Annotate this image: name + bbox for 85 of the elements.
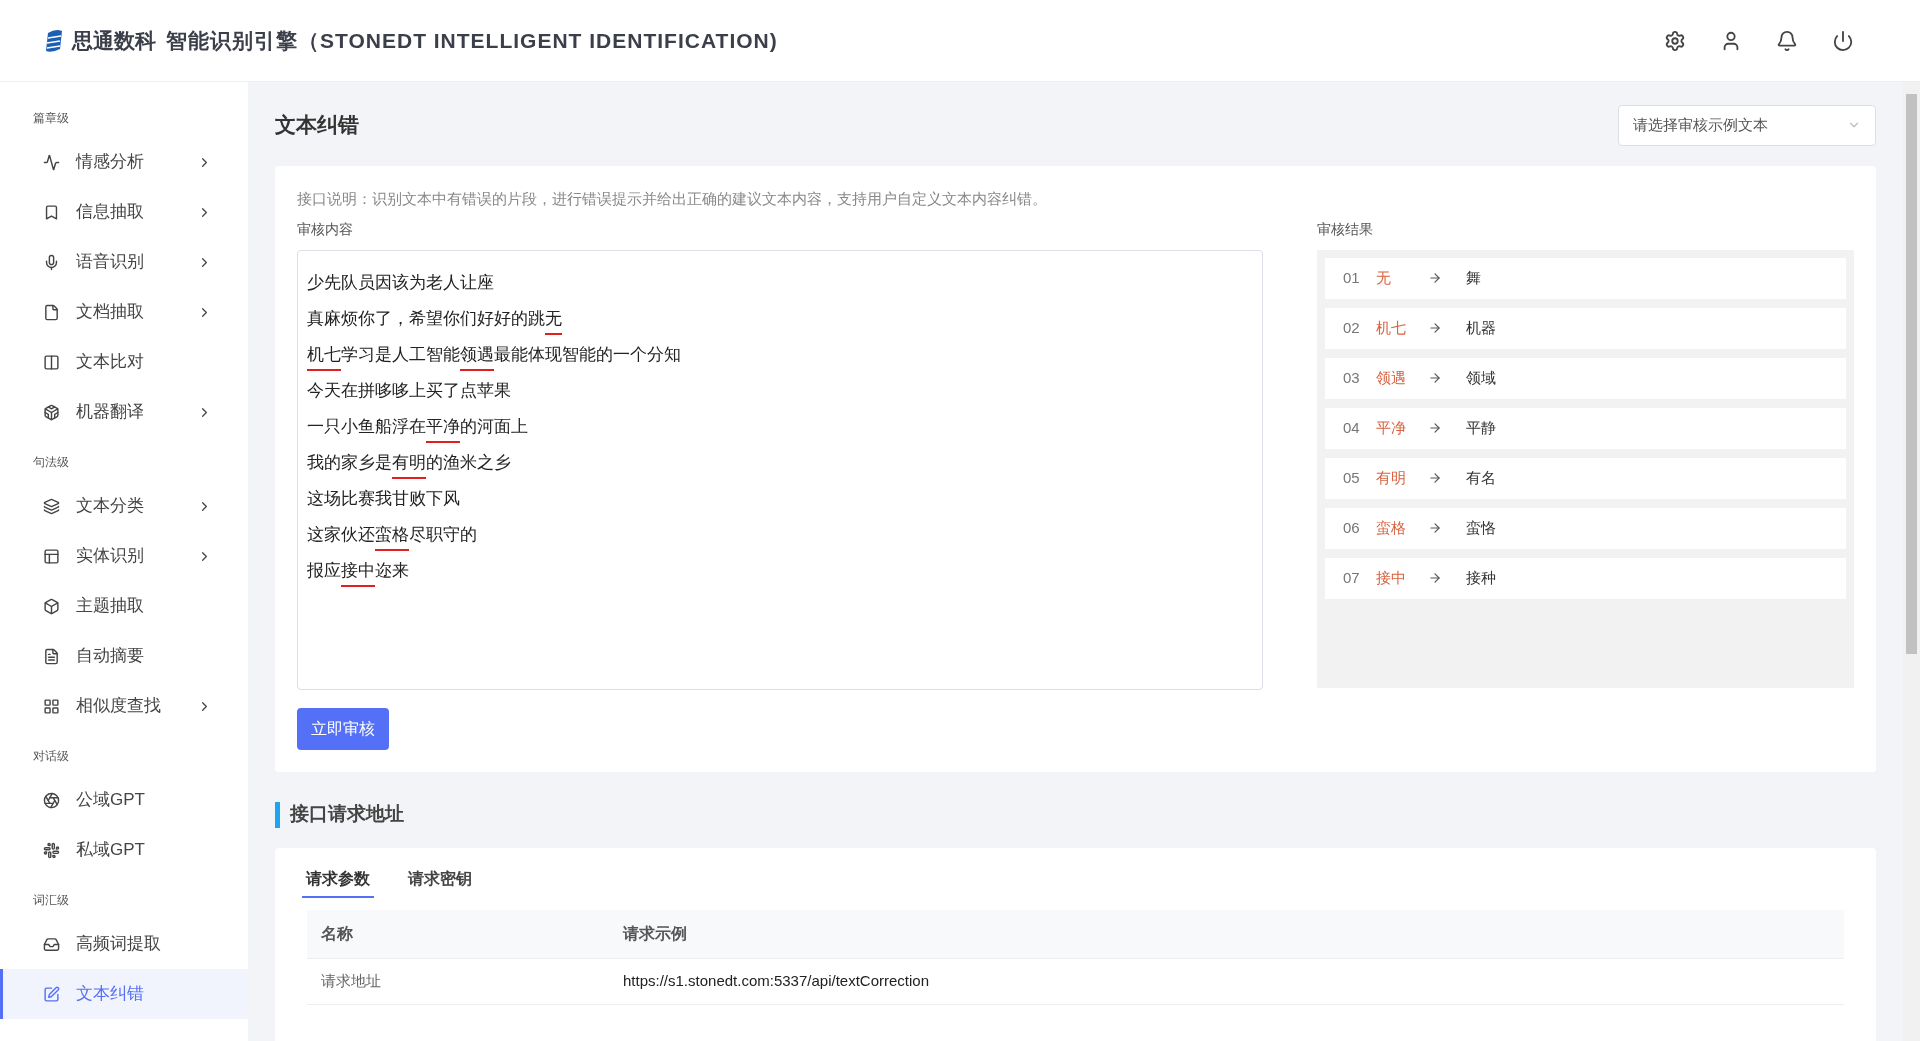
box-icon xyxy=(43,597,60,615)
corrected-text: 有名 xyxy=(1466,467,1496,488)
sidebar-item[interactable]: 主题抽取 xyxy=(0,581,248,631)
sidebar-item[interactable]: 相似度查找 xyxy=(0,681,248,731)
wrong-text: 平净 xyxy=(1376,417,1407,438)
column-header: 请求示例 xyxy=(623,923,687,944)
sidebar-group-label: 词汇级 xyxy=(32,892,70,909)
result-index: 06 xyxy=(1343,517,1361,538)
text-line: 我的家乡是有明的渔米之乡 xyxy=(307,444,1253,481)
microphone-icon xyxy=(43,253,60,271)
result-label: 审核结果 xyxy=(1317,219,1374,239)
aperture-icon xyxy=(43,791,60,809)
wrong-text: 蛮格 xyxy=(1376,517,1407,538)
sidebar-group-label: 篇章级 xyxy=(32,110,70,127)
sidebar-item[interactable]: 语音识别 xyxy=(0,237,248,287)
corrected-text: 领域 xyxy=(1466,367,1496,388)
corrected-text: 平静 xyxy=(1466,417,1496,438)
corrected-text: 舞 xyxy=(1466,267,1481,288)
sidebar-item[interactable]: 自动摘要 xyxy=(0,631,248,681)
table-cell-text: 请求地址 xyxy=(320,970,382,991)
result-index: 05 xyxy=(1343,467,1361,488)
wrong-text: 接中 xyxy=(1376,567,1407,588)
wrong-text: 无 xyxy=(1376,267,1392,288)
pulse-icon xyxy=(43,153,60,171)
layout-icon xyxy=(43,547,60,565)
bookmark-icon xyxy=(43,203,60,221)
sidebar-item[interactable]: 情感分析 xyxy=(0,137,248,187)
file-icon xyxy=(43,303,60,321)
sidebar-item[interactable]: 高频词提取 xyxy=(0,919,248,969)
input-label: 审核内容 xyxy=(297,219,354,239)
tab[interactable]: 请求参数 xyxy=(302,861,374,898)
columns-icon xyxy=(43,353,60,371)
table-cell-text: https://s1.stonedt.com:5337/api/textCorrection xyxy=(623,970,929,991)
sidebar-item[interactable]: 机器翻译 xyxy=(0,387,248,437)
result-index: 07 xyxy=(1343,567,1361,588)
submit-button[interactable]: 立即审核 xyxy=(297,707,389,750)
settings-icon[interactable] xyxy=(1664,29,1686,52)
bell-icon[interactable] xyxy=(1776,29,1798,52)
document-icon xyxy=(43,647,60,665)
api-description: 接口说明：识别文本中有错误的片段，进行错误提示并给出正确的建议文本内容，支持用户自定义文本内容纠错。 xyxy=(297,189,1048,209)
logo-icon xyxy=(44,28,64,53)
wrong-text: 领遇 xyxy=(1376,367,1407,388)
text-line: 真麻烦你了，希望你们好好的跳无 xyxy=(307,300,1253,337)
grid-icon xyxy=(43,697,60,715)
sidebar-item[interactable]: 文本分类 xyxy=(0,481,248,531)
text-input[interactable]: 少先队员因该为老人让座 真麻烦你了，希望你们好好的跳无 机七学习是人工智能领遇最能体现智能的一个分知 今天在拼哆哆上买了点苹果 一只小鱼船浮在平净的河面上 我的家乡是有明的渔米之乡 这场比赛我甘败下风 这家伙还蛮格尽职守的 报应接中迩来 xyxy=(297,249,1263,690)
tab[interactable]: 请求密钥 xyxy=(404,861,476,898)
sample-select[interactable]: 请选择审核示例文本 xyxy=(1618,104,1876,146)
page-title: 文本纠错 xyxy=(275,112,359,139)
sidebar-item[interactable]: 文本比对 xyxy=(0,337,248,387)
corrected-text: 接种 xyxy=(1466,567,1496,588)
text-line: 这场比赛我甘败下风 xyxy=(307,487,461,510)
sidebar-item[interactable]: 信息抽取 xyxy=(0,187,248,237)
result-index: 04 xyxy=(1343,417,1361,438)
sidebar-item[interactable]: 实体识别 xyxy=(0,531,248,581)
result-index: 03 xyxy=(1343,367,1361,388)
cluster-icon xyxy=(43,841,60,859)
brand-name: 思通数科 xyxy=(72,27,156,54)
layers-icon xyxy=(43,497,60,515)
section-title: 接口请求地址 xyxy=(290,802,404,827)
corrected-text: 蛮恪 xyxy=(1466,517,1496,538)
sidebar-item[interactable]: 文本纠错 xyxy=(0,969,248,1019)
text-line: 一只小鱼船浮在平净的河面上 xyxy=(307,408,1253,445)
sidebar-item[interactable]: 公域GPT xyxy=(0,775,248,825)
wrong-text: 机七 xyxy=(1376,317,1407,338)
inbox-icon xyxy=(43,935,60,953)
sidebar-item[interactable]: 私域GPT xyxy=(0,825,248,875)
app-title: 智能识别引擎（STONEDT INTELLIGENT IDENTIFICATION) xyxy=(166,27,778,54)
text-line: 少先队员因该为老人让座 xyxy=(307,271,495,294)
result-index: 02 xyxy=(1343,317,1361,338)
text-line: 这家伙还蛮格尽职守的 xyxy=(307,516,1253,553)
corrected-text: 机器 xyxy=(1466,317,1496,338)
text-line: 机七学习是人工智能领遇最能体现智能的一个分知 xyxy=(307,336,1253,373)
result-index: 01 xyxy=(1343,267,1361,288)
power-icon[interactable] xyxy=(1832,29,1854,52)
sidebar-item[interactable]: 文档抽取 xyxy=(0,287,248,337)
column-header: 名称 xyxy=(320,923,354,944)
text-line: 报应接中迩来 xyxy=(307,552,1253,589)
sidebar-group-label: 对话级 xyxy=(32,748,70,765)
edit-icon xyxy=(43,985,60,1003)
cube-icon xyxy=(43,403,60,421)
section-accent-bar xyxy=(275,801,280,828)
wrong-text: 有明 xyxy=(1376,467,1407,488)
text-line: 今天在拼哆哆上买了点苹果 xyxy=(307,379,512,402)
sidebar-group-label: 句法级 xyxy=(32,454,70,471)
